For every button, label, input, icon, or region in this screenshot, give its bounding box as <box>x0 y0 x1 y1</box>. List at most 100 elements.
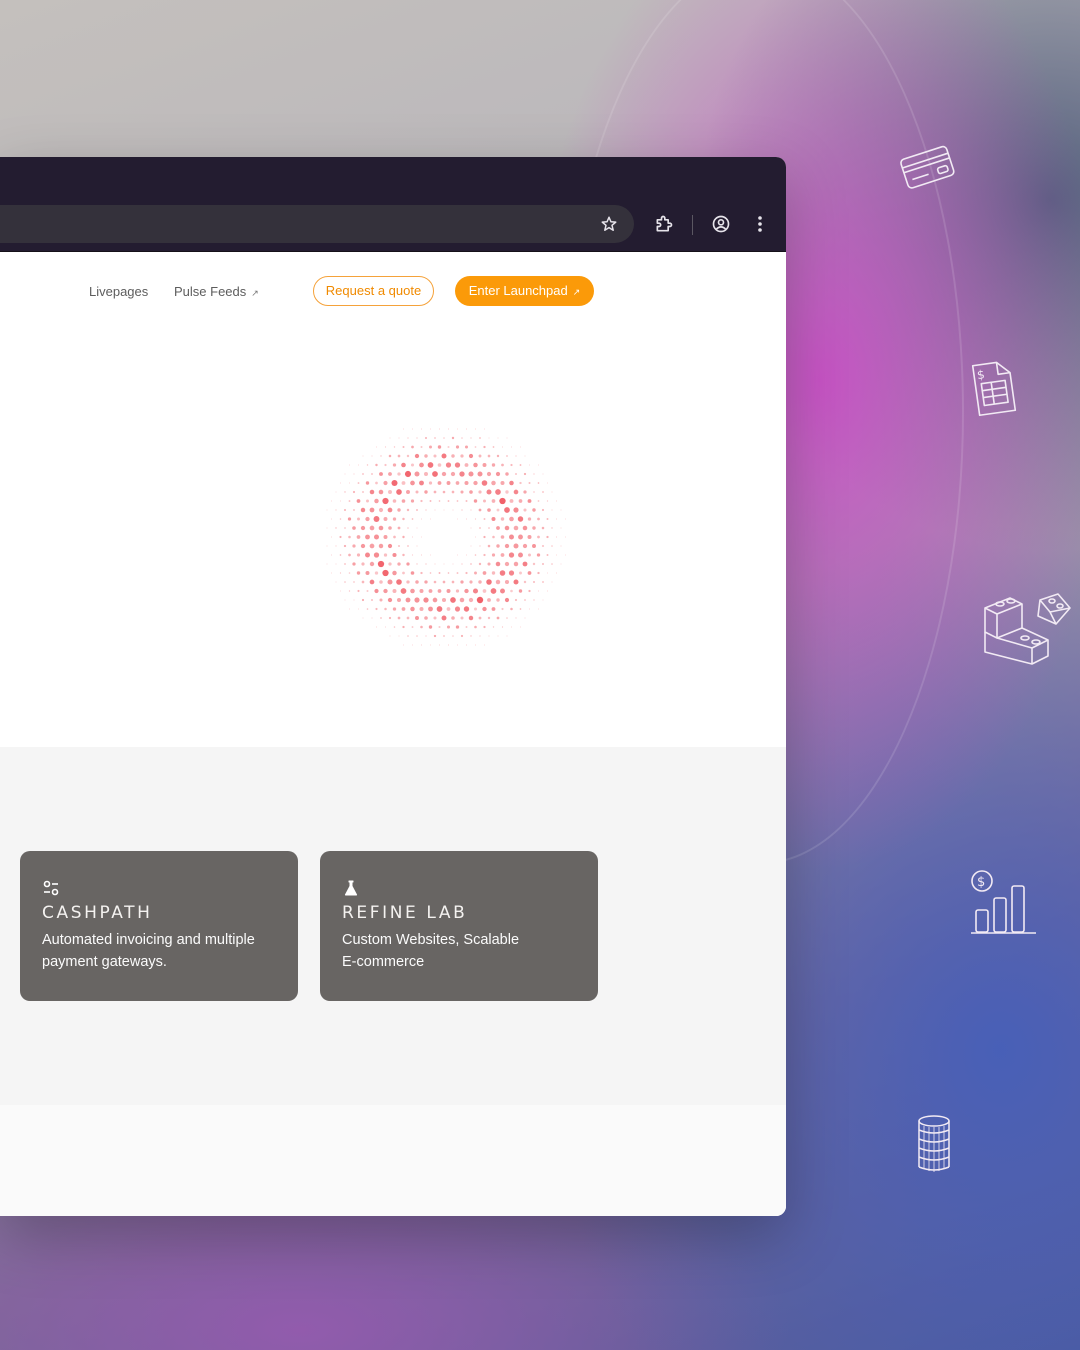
halftone-dot <box>415 580 419 584</box>
halftone-dot <box>536 553 541 557</box>
halftone-dot <box>488 437 490 439</box>
halftone-dot <box>547 572 548 574</box>
halftone-dot <box>387 579 393 585</box>
request-quote-button[interactable]: Request a quote <box>313 276 434 306</box>
halftone-dot <box>460 634 464 638</box>
halftone-dot <box>430 428 431 430</box>
halftone-dot <box>455 481 460 485</box>
halftone-dot <box>442 490 446 494</box>
account-icon[interactable] <box>711 214 731 234</box>
halftone-dot <box>429 445 432 449</box>
halftone-dot <box>396 597 402 603</box>
halftone-dot <box>410 588 415 594</box>
halftone-dot <box>560 545 562 547</box>
browser-titlebar <box>0 157 786 201</box>
halftone-dot <box>532 580 536 584</box>
halftone-dot <box>392 552 397 558</box>
halftone-dot <box>344 491 346 493</box>
halftone-dot <box>447 428 450 430</box>
halftone-dot <box>518 499 523 503</box>
halftone-dot <box>487 598 491 602</box>
halftone-dot <box>385 626 386 628</box>
halftone-dot <box>335 527 337 529</box>
feature-card-refine-lab[interactable]: REFINE LAB Custom Websites, Scalable E-co… <box>320 851 598 1001</box>
halftone-dot <box>491 571 496 575</box>
halftone-dot <box>348 553 351 557</box>
halftone-dot <box>421 536 422 538</box>
halftone-dot <box>509 534 514 540</box>
halftone-dot <box>331 554 332 556</box>
halftone-dot <box>523 508 527 512</box>
halftone-dot <box>455 589 460 593</box>
enter-launchpad-button[interactable]: Enter Launchpad ↗ <box>455 276 594 306</box>
halftone-dot <box>491 463 496 467</box>
halftone-dot <box>506 617 508 619</box>
halftone-dot <box>437 589 442 593</box>
halftone-dot <box>424 490 428 494</box>
kebab-menu-icon[interactable] <box>750 214 770 234</box>
halftone-dot <box>331 518 332 520</box>
halftone-dot <box>542 563 544 565</box>
halftone-dot <box>470 509 472 511</box>
halftone-dot <box>556 554 557 556</box>
nav-link-livepages[interactable]: Livepages <box>89 284 148 299</box>
halftone-dot <box>410 606 415 612</box>
halftone-dot <box>369 525 375 531</box>
halftone-dot <box>366 499 369 503</box>
halftone-dot <box>375 481 378 485</box>
halftone-dot <box>388 616 392 620</box>
halftone-dot <box>465 571 468 575</box>
halftone-dot <box>416 527 418 529</box>
halftone-dot <box>455 625 460 629</box>
halftone-dot <box>439 644 440 646</box>
halftone-dot <box>447 644 450 646</box>
card-title: REFINE LAB <box>342 903 468 923</box>
halftone-dot <box>384 446 387 448</box>
halftone-dot <box>492 626 495 628</box>
halftone-dot <box>373 534 380 540</box>
halftone-dot <box>416 635 418 637</box>
star-icon[interactable] <box>599 214 619 234</box>
halftone-dot <box>496 508 500 512</box>
halftone-dot <box>392 463 397 467</box>
halftone-dot <box>473 462 478 468</box>
halftone-dot <box>460 616 464 620</box>
halftone-dot <box>499 497 506 505</box>
halftone-dot <box>506 455 508 457</box>
toggle-settings-icon <box>43 880 59 896</box>
halftone-dot <box>378 543 384 549</box>
halftone-dot <box>542 581 544 583</box>
halftone-dot <box>348 590 351 592</box>
halftone-dot <box>518 552 523 558</box>
halftone-dot <box>447 572 450 574</box>
halftone-dot <box>388 562 392 566</box>
halftone-dot <box>483 445 486 449</box>
puzzle-icon[interactable] <box>654 214 674 234</box>
card-desc-line: Custom Websites, Scalable <box>342 932 520 948</box>
halftone-dot <box>446 589 451 593</box>
halftone-dot <box>380 455 382 457</box>
halftone-dot <box>421 644 422 646</box>
halftone-dot <box>506 635 508 637</box>
halftone-dot <box>551 527 553 529</box>
spreadsheet-dollar-icon: $ <box>966 358 1022 418</box>
nav-link-pulse-feeds[interactable]: Pulse Feeds ↗ <box>174 284 259 299</box>
halftone-dot <box>402 553 405 557</box>
halftone-dot <box>344 563 346 565</box>
halftone-dot <box>411 518 414 520</box>
halftone-dot <box>443 563 445 565</box>
halftone-dot <box>468 471 474 477</box>
halftone-dot <box>508 552 515 558</box>
halftone-dot <box>374 588 379 594</box>
halftone-dot <box>339 518 342 520</box>
halftone-dot <box>420 625 423 629</box>
halftone-dot <box>377 560 385 568</box>
halftone-dot <box>555 536 558 538</box>
feature-card-cashpath[interactable]: CASHPATH Automated invoicing and multipl… <box>20 851 298 1001</box>
halftone-dot <box>481 480 488 486</box>
halftone-dot <box>378 525 384 531</box>
halftone-dot <box>520 626 521 628</box>
halftone-dot <box>523 580 527 584</box>
address-bar[interactable] <box>0 205 634 243</box>
halftone-dot <box>427 462 434 468</box>
